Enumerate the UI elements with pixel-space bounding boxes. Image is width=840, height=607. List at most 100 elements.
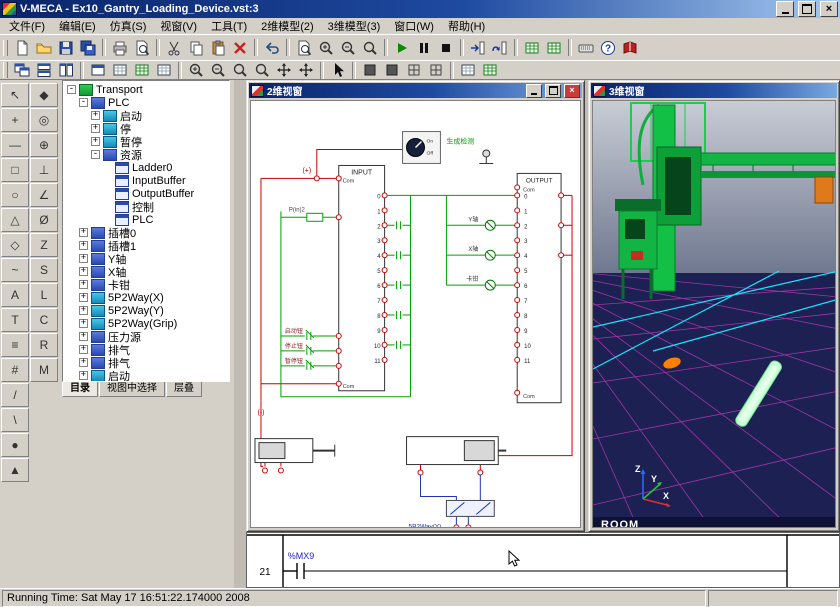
tree-item-5p2way-grip[interactable]: + 5P2Way(Grip) [63,317,229,330]
expander-icon[interactable]: + [79,358,88,367]
tool-select[interactable]: ↖ [1,83,29,107]
project-tree[interactable]: - Transport - PLC + 启动 + 停 + 暂停 - [62,80,230,382]
grid-view-2-button[interactable] [109,60,131,81]
tree-item-pause[interactable]: + 暂停 [63,135,229,148]
expander-icon[interactable]: - [67,85,76,94]
close-button[interactable]: × [820,1,838,17]
tree-item-exhaust-1[interactable]: + 排气 [63,343,229,356]
menu-tools[interactable]: 工具(T) [204,17,254,35]
expander-icon[interactable]: - [79,98,88,107]
zoom-all-button[interactable] [251,60,273,81]
tree-item-transport[interactable]: - Transport [63,83,229,96]
viewport-3d[interactable]: Z Y X ROOM [593,101,836,528]
cut-button[interactable] [163,37,185,58]
window-2d-view[interactable]: 2维视窗 × [246,80,585,532]
tree-item-stop[interactable]: + 停 [63,122,229,135]
save-button[interactable] [55,37,77,58]
io-table-button[interactable] [521,37,543,58]
tool-diamond[interactable]: ◇ [1,233,29,257]
titlebar[interactable]: V-MECA - Ex10_Gantry_Loading_Device.vst:… [0,0,840,18]
tool-hatch[interactable]: # [1,358,29,382]
ladder-panel[interactable]: 21 %MX9 [246,532,840,588]
menu-window[interactable]: 窗口(W) [387,17,441,35]
undo-button[interactable] [261,37,283,58]
toolbar-grip[interactable] [3,62,8,78]
zoom-window-button[interactable] [229,60,251,81]
tool-backslash[interactable]: \ [1,408,29,432]
expander-icon[interactable]: + [91,124,100,133]
new-file-button[interactable] [11,37,33,58]
zoom-page-button[interactable] [293,37,315,58]
tool-target[interactable]: ◎ [30,108,58,132]
tree-item-start-2[interactable]: + 启动 [63,369,229,382]
menu-2d-model[interactable]: 2维模型(2) [254,17,321,35]
minimize-button[interactable] [776,1,794,17]
pan-button[interactable] [273,60,295,81]
tool-solid[interactable]: ▲ [1,458,29,482]
window-2d-restore-button[interactable] [545,84,561,98]
tool-rect[interactable]: □ [1,158,29,182]
tool-ellipse[interactable]: ○ [1,183,29,207]
ladder-canvas[interactable]: 21 %MX9 [247,533,839,587]
help-button[interactable] [597,37,619,58]
maximize-button[interactable] [798,1,816,17]
ladder-contact[interactable] [283,563,787,579]
tool-text[interactable]: A [1,283,29,307]
tree-item-y-axis[interactable]: + Y轴 [63,252,229,265]
tool-add[interactable]: + [1,108,29,132]
expander-icon[interactable]: + [79,306,88,315]
zoom-out-button-2[interactable] [207,60,229,81]
tool-line[interactable]: — [1,133,29,157]
menu-3d-model[interactable]: 3维模型(3) [321,17,388,35]
window-2d-minimize-button[interactable] [526,84,542,98]
tool-curve[interactable]: ~ [1,258,29,282]
sheet-1-button[interactable] [457,60,479,81]
tree-item-plc[interactable]: - PLC [63,96,229,109]
tree-item-inputbuffer[interactable]: InputBuffer [63,174,229,187]
zoom-in-button-2[interactable] [185,60,207,81]
move-button[interactable] [295,60,317,81]
print-button[interactable] [109,37,131,58]
tool-radius[interactable]: R [30,333,58,357]
tree-item-plc-leaf[interactable]: PLC [63,213,229,226]
keyboard-button[interactable] [575,37,597,58]
expander-icon[interactable]: + [79,280,88,289]
tree-item-x-axis[interactable]: + X轴 [63,265,229,278]
window-tile-vertical-button[interactable] [55,60,77,81]
window-tile-horizontal-button[interactable] [33,60,55,81]
tree-item-slot1[interactable]: + 插槽1 [63,239,229,252]
tool-perpendicular[interactable]: ⊥ [30,158,58,182]
open-file-button[interactable] [33,37,55,58]
tool-label[interactable]: T [1,308,29,332]
window-2d-close-button[interactable]: × [564,84,580,98]
tool-merge[interactable]: ⊕ [30,133,58,157]
tool-spline[interactable]: S [30,258,58,282]
tab-cascade[interactable]: 层叠 [166,382,202,397]
step-over-button[interactable] [489,37,511,58]
menu-help[interactable]: 帮助(H) [441,17,492,35]
tool-zoom-z[interactable]: Z [30,233,58,257]
expander-icon[interactable]: + [79,267,88,276]
tool-length[interactable]: L [30,283,58,307]
tool-diameter[interactable]: Ø [30,208,58,232]
copy-button[interactable] [185,37,207,58]
tool-list[interactable]: ≡ [1,333,29,357]
window-3d-titlebar[interactable]: 3维视窗 [591,83,837,98]
view-solid-button[interactable] [359,60,381,81]
tool-triangle[interactable]: △ [1,208,29,232]
zoom-out-button[interactable] [337,37,359,58]
stop-button[interactable] [435,37,457,58]
tool-fill[interactable]: ◆ [30,83,58,107]
expander-icon[interactable]: + [79,228,88,237]
expander-icon[interactable]: + [79,371,88,380]
run-button[interactable] [391,37,413,58]
sheet-2-button[interactable] [479,60,501,81]
window-3d-view[interactable]: 3维视窗 [588,80,840,532]
io-grid-button[interactable] [543,37,565,58]
expander-icon[interactable]: + [79,332,88,341]
tree-item-pressure-source[interactable]: + 压力源 [63,330,229,343]
view-wireframe-button[interactable] [403,60,425,81]
tree-item-exhaust-2[interactable]: + 排气 [63,356,229,369]
tree-item-5p2way-x[interactable]: + 5P2Way(X) [63,291,229,304]
manual-button[interactable] [619,37,641,58]
